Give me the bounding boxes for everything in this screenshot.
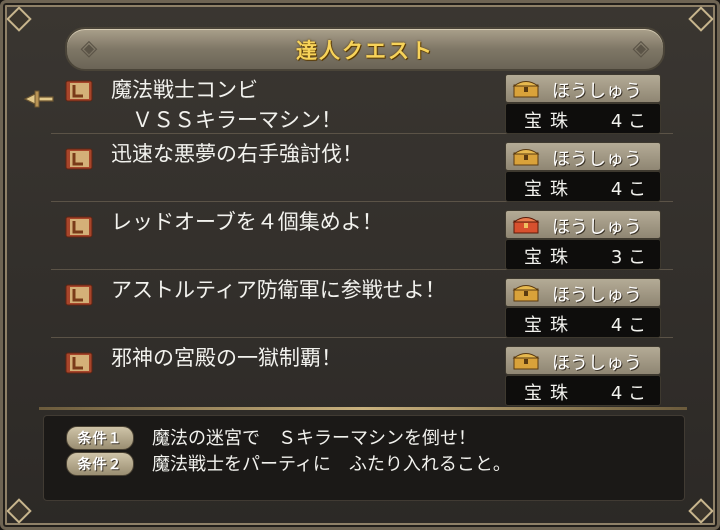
quest-title: レッドオーブを４個集めよ！ [111, 210, 383, 234]
gold-treasure-chest-icon [512, 353, 540, 370]
frame-corner-ornament [688, 6, 714, 32]
quest-row[interactable]: 魔法戦士コンビ ＶＳＳキラーマシン！ ほうしゅう 宝珠 4 こ [51, 67, 673, 134]
quest-title: 邪神の宮殿の一獄制覇！ [111, 346, 342, 370]
condition-text: 魔法の迷宮で Ｓキラーマシンを倒せ！ [152, 428, 476, 449]
condition-badge: 条件１ [66, 426, 134, 450]
scroll-ornament-icon: ◈ [632, 36, 650, 61]
condition-text: 魔法戦士をパーティに ふたり入れること。 [152, 454, 511, 475]
quest-book-icon [65, 80, 93, 102]
reward-item: 宝珠 [524, 111, 576, 132]
reward-header: ほうしゅう [505, 74, 661, 103]
frame-corner-ornament [6, 498, 32, 524]
reward-header: ほうしゅう [505, 278, 661, 307]
reward-count: 4 こ [610, 383, 646, 404]
quest-book-icon [65, 148, 93, 170]
reward-value: 宝珠 4 こ [505, 375, 661, 406]
quest-row[interactable]: レッドオーブを４個集めよ！ ほうしゅう 宝珠 3 こ [51, 203, 673, 270]
reward-header: ほうしゅう [505, 210, 661, 239]
reward-header: ほうしゅう [505, 142, 661, 171]
reward-label: ほうしゅう [552, 285, 642, 306]
quest-title: 魔法戦士コンビ ＶＳＳキラーマシン！ [111, 78, 342, 132]
reward-count: 4 こ [610, 179, 646, 200]
reward-item: 宝珠 [524, 179, 576, 200]
reward-panel: ほうしゅう 宝珠 4 こ [505, 142, 661, 202]
reward-panel: ほうしゅう 宝珠 4 こ [505, 346, 661, 406]
quest-row[interactable]: 邪神の宮殿の一獄制覇！ ほうしゅう 宝珠 4 こ [51, 339, 673, 406]
quest-title: 迅速な悪夢の右手強討伐！ [111, 142, 363, 166]
gold-treasure-chest-icon [512, 149, 540, 166]
reward-header: ほうしゅう [505, 346, 661, 375]
red-treasure-chest-icon [512, 217, 540, 234]
reward-value: 宝珠 4 こ [505, 171, 661, 202]
reward-count: 3 こ [610, 247, 646, 268]
reward-count: 4 こ [610, 315, 646, 336]
quest-title: アストルティア防衛軍に参戦せよ！ [111, 278, 446, 302]
frame-corner-ornament [6, 6, 32, 32]
conditions-panel: 条件１ 魔法の迷宮で Ｓキラーマシンを倒せ！ 条件２ 魔法戦士をパーティに ふた… [43, 415, 685, 501]
condition-badge: 条件２ [66, 452, 134, 476]
condition-badge-label: 条件１ [77, 431, 123, 447]
reward-item: 宝珠 [524, 247, 576, 268]
title-bar: ◈ 達人クエスト ◈ [65, 27, 665, 71]
quest-book-icon [65, 216, 93, 238]
condition-badge-label: 条件２ [77, 457, 123, 473]
divider [39, 407, 687, 410]
reward-count: 4 こ [610, 111, 646, 132]
reward-label: ほうしゅう [552, 81, 642, 102]
quest-list: 魔法戦士コンビ ＶＳＳキラーマシン！ ほうしゅう 宝珠 4 こ 迅速な悪夢の右手… [51, 67, 673, 406]
reward-item: 宝珠 [524, 383, 576, 404]
reward-label: ほうしゅう [552, 353, 642, 374]
frame-corner-ornament [688, 498, 714, 524]
quest-book-icon [65, 352, 93, 374]
reward-item: 宝珠 [524, 315, 576, 336]
gold-treasure-chest-icon [512, 81, 540, 98]
reward-panel: ほうしゅう 宝珠 3 こ [505, 210, 661, 270]
quest-row[interactable]: アストルティア防衛軍に参戦せよ！ ほうしゅう 宝珠 4 こ [51, 271, 673, 338]
window-title: 達人クエスト [296, 39, 434, 63]
quest-row[interactable]: 迅速な悪夢の右手強討伐！ ほうしゅう 宝珠 4 こ [51, 135, 673, 202]
reward-value: 宝珠 4 こ [505, 103, 661, 134]
reward-label: ほうしゅう [552, 217, 642, 238]
reward-value: 宝珠 3 こ [505, 239, 661, 270]
reward-value: 宝珠 4 こ [505, 307, 661, 338]
reward-panel: ほうしゅう 宝珠 4 こ [505, 74, 661, 134]
gold-treasure-chest-icon [512, 285, 540, 302]
quest-window: ◈ 達人クエスト ◈ 魔法戦士コンビ ＶＳＳキラーマシン！ ほうしゅう 宝珠 4… [0, 0, 720, 530]
reward-label: ほうしゅう [552, 149, 642, 170]
quest-book-icon [65, 284, 93, 306]
reward-panel: ほうしゅう 宝珠 4 こ [505, 278, 661, 338]
